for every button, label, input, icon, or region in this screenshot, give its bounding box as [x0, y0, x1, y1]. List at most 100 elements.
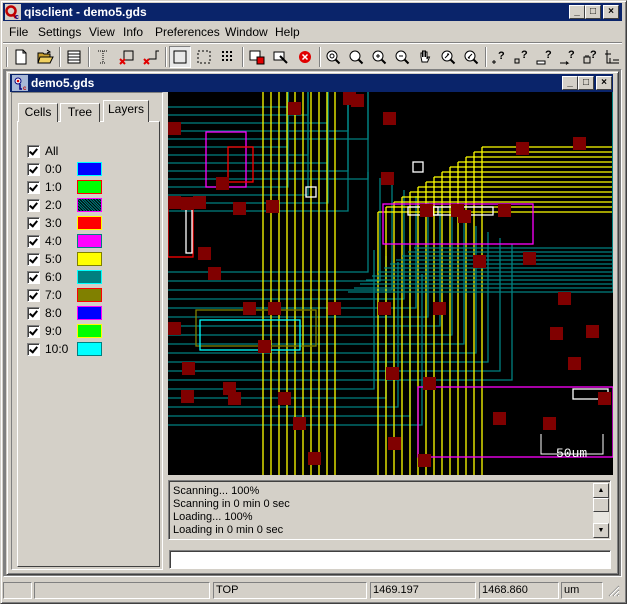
zoom-in-button[interactable]	[368, 46, 390, 68]
command-input[interactable]	[169, 550, 611, 569]
layer-color-swatch[interactable]	[77, 342, 102, 356]
layer-color-swatch[interactable]	[77, 324, 102, 338]
layer-visibility-checkbox[interactable]	[27, 235, 40, 248]
minimize-button[interactable]: _	[569, 5, 585, 19]
layer-visibility-checkbox[interactable]	[27, 217, 40, 230]
layer-name: 1:0	[45, 180, 62, 194]
layer-color-swatch[interactable]	[77, 198, 102, 212]
layout-contact	[181, 197, 194, 210]
menu-view[interactable]: View	[89, 25, 115, 39]
scroll-thumb[interactable]	[593, 498, 609, 512]
app-logo-icon: c	[5, 4, 21, 21]
layout-wire	[482, 92, 613, 148]
pan-button[interactable]	[414, 46, 436, 68]
layer-visibility-checkbox[interactable]	[27, 289, 40, 302]
menu-info[interactable]: Info	[123, 25, 143, 39]
layer-visibility-checkbox[interactable]	[27, 307, 40, 320]
message-log: Scanning... 100% Scanning in 0 min 0 sec…	[168, 480, 611, 540]
grid-select-button[interactable]	[217, 46, 239, 68]
layer-color-swatch[interactable]	[77, 180, 102, 194]
zoom-fit-button[interactable]	[322, 46, 344, 68]
layout-contact	[293, 417, 306, 430]
layers-button[interactable]	[63, 46, 85, 68]
query-cell-icon: ?	[583, 49, 597, 64]
query-cell-button[interactable]: ?	[580, 46, 602, 68]
delete-path-icon	[143, 50, 159, 65]
menu-help[interactable]: Help	[275, 25, 300, 39]
query-box-button[interactable]: ?	[511, 46, 533, 68]
axes-button[interactable]	[601, 46, 623, 68]
log-line: Loading in 0 min 0 sec	[173, 524, 284, 536]
layer-name: 9:0	[45, 324, 62, 338]
menu-preferences[interactable]: Preferences	[155, 25, 220, 39]
layer-visibility-checkbox[interactable]	[27, 343, 40, 356]
tab-tree[interactable]: Tree	[60, 103, 100, 122]
layout-wire	[434, 92, 613, 178]
scroll-up-button[interactable]: ▲	[593, 483, 609, 498]
query-point-button[interactable]: ?	[488, 46, 510, 68]
close-button[interactable]: ×	[603, 5, 619, 19]
edit-cell-button[interactable]	[270, 46, 292, 68]
layout-contact	[328, 302, 341, 315]
minimize-icon: _	[567, 77, 573, 88]
zoom-next-icon	[464, 50, 479, 65]
layer-name: 5:0	[45, 252, 62, 266]
layer-all-checkbox[interactable]	[27, 145, 40, 158]
log-scrollbar[interactable]: ▲ ▼	[593, 483, 609, 538]
doc-close-button[interactable]: ×	[596, 76, 612, 90]
menu-settings[interactable]: Settings	[38, 25, 81, 39]
zoom-icon	[349, 50, 364, 65]
delete-path-button[interactable]	[140, 46, 162, 68]
zoom-button[interactable]	[345, 46, 367, 68]
maximize-button[interactable]: □	[585, 5, 601, 19]
layout-canvas[interactable]: 50um	[168, 92, 613, 475]
layer-color-swatch[interactable]	[77, 216, 102, 230]
tab-label: Tree	[67, 105, 93, 119]
layer-visibility-checkbox[interactable]	[27, 199, 40, 212]
layout-contact	[568, 357, 581, 370]
document-titlebar[interactable]: c demo5.gds _ □ ×	[10, 74, 613, 92]
layout-contact	[493, 412, 506, 425]
delete-box-button[interactable]	[116, 46, 138, 68]
layer-name: 3:0	[45, 216, 62, 230]
layout-contact	[388, 437, 401, 450]
query-point-icon: ?	[492, 50, 505, 64]
new-file-button[interactable]	[10, 46, 32, 68]
menu-window[interactable]: Window	[225, 25, 268, 39]
doc-maximize-button[interactable]: □	[578, 76, 594, 90]
menu-file[interactable]: File	[9, 25, 28, 39]
tab-layers[interactable]: Layers	[103, 100, 149, 122]
copy-cell-button[interactable]	[246, 46, 268, 68]
pan-hand-icon	[420, 50, 431, 63]
dashed-select-button[interactable]	[193, 46, 215, 68]
layer-color-swatch[interactable]	[77, 288, 102, 302]
query-arrow-button[interactable]: ?	[557, 46, 579, 68]
layer-visibility-checkbox[interactable]	[27, 253, 40, 266]
zoom-next-button[interactable]	[460, 46, 482, 68]
tab-cells[interactable]: Cells	[18, 103, 58, 122]
layer-color-swatch[interactable]	[77, 306, 102, 320]
select-box-button[interactable]	[169, 46, 191, 68]
text-tool-button[interactable]	[92, 46, 114, 68]
layer-color-swatch[interactable]	[77, 162, 102, 176]
query-ruler-button[interactable]: ?	[534, 46, 556, 68]
stop-button[interactable]	[294, 46, 316, 68]
zoom-out-button[interactable]	[391, 46, 413, 68]
resize-grip-icon[interactable]	[608, 585, 620, 597]
toolbar-separator	[59, 47, 61, 67]
open-folder-icon	[37, 49, 54, 64]
scroll-down-button[interactable]: ▼	[593, 523, 609, 538]
layer-visibility-checkbox[interactable]	[27, 163, 40, 176]
query-ruler-icon: ?	[536, 49, 552, 65]
doc-minimize-button[interactable]: _	[562, 76, 578, 90]
layer-color-swatch[interactable]	[77, 234, 102, 248]
layer-color-swatch[interactable]	[77, 270, 102, 284]
layer-name: 2:0	[45, 198, 62, 212]
layer-visibility-checkbox[interactable]	[27, 271, 40, 284]
zoom-previous-button[interactable]	[437, 46, 459, 68]
layer-visibility-checkbox[interactable]	[27, 325, 40, 338]
layer-color-swatch[interactable]	[77, 252, 102, 266]
layer-visibility-checkbox[interactable]	[27, 181, 40, 194]
app-titlebar[interactable]: c qisclient - demo5.gds _ □ ×	[3, 3, 622, 21]
open-file-button[interactable]	[34, 46, 56, 68]
